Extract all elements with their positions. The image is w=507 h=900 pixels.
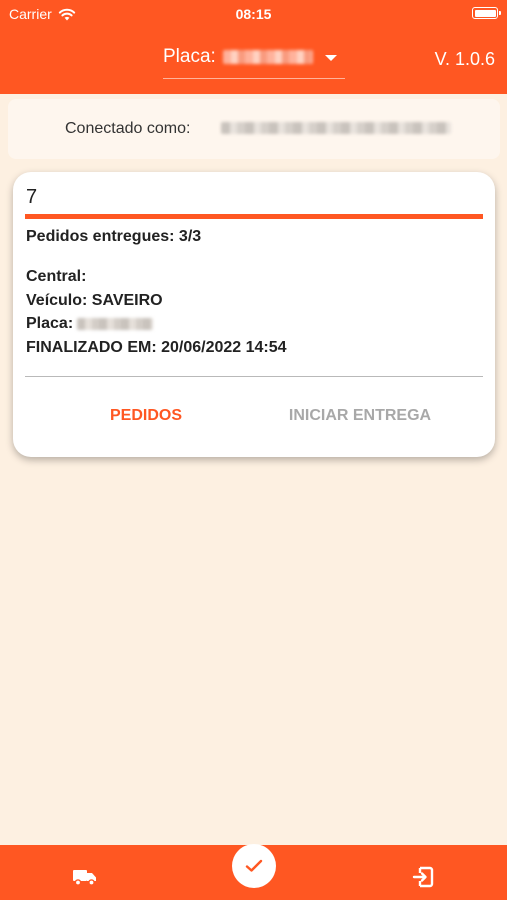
logout-icon[interactable] [411, 865, 435, 889]
plate-line: Placa: [26, 312, 287, 336]
status-bar: Carrier 08:15 [0, 0, 507, 30]
status-time: 08:15 [235, 6, 272, 22]
card-divider [25, 376, 483, 377]
plate-selector-dropdown[interactable]: Placa: [163, 46, 345, 79]
delivery-number: 7 [26, 186, 38, 208]
card-accent-bar [25, 214, 483, 219]
connected-user-redacted [221, 122, 451, 134]
plate-line-redacted [77, 317, 154, 330]
orders-button[interactable]: PEDIDOS [73, 400, 219, 432]
bottom-nav [0, 844, 507, 900]
connected-as-label: Conectado como: [65, 120, 191, 137]
delivery-card: 7 Pedidos entregues: 3/3 Central: Veícul… [13, 172, 495, 457]
app-header: Carrier 08:15 Placa: V. 1.0.6 [0, 0, 507, 94]
plate-line-label: Placa: [26, 315, 74, 332]
vehicle-line: Veículo: SAVEIRO [26, 291, 163, 309]
start-delivery-button[interactable]: INICIAR ENTREGA [276, 400, 444, 432]
connected-banner: Conectado como: [8, 99, 500, 159]
chevron-down-icon [325, 55, 337, 61]
central-line: Central: [26, 268, 87, 285]
plate-value-redacted [222, 50, 313, 64]
check-icon [245, 859, 263, 872]
check-nav-button[interactable] [232, 844, 276, 888]
orders-delivered-count: Pedidos entregues: 3/3 [26, 228, 202, 245]
app-version: V. 1.0.6 [434, 49, 495, 69]
plate-selector-label: Placa: [163, 46, 216, 67]
battery-icon [472, 7, 501, 19]
delivery-details: Central: Veículo: SAVEIRO Placa: FINALIZ… [26, 265, 287, 359]
truck-icon[interactable] [73, 867, 97, 887]
finished-at-line: FINALIZADO EM: 20/06/2022 14:54 [26, 338, 287, 356]
